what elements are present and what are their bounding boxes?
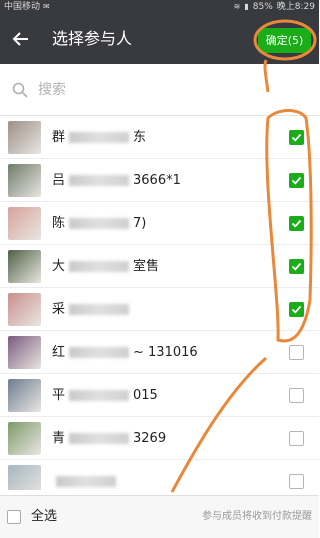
contact-name-text: 青 (52, 431, 66, 446)
contact-avatar (8, 293, 41, 326)
contact-name-text: 陈 (52, 216, 66, 231)
contact-row[interactable]: 采 (0, 288, 319, 331)
confirm-button[interactable]: 确定(5) (258, 28, 311, 53)
contact-row[interactable] (0, 460, 319, 490)
checked-checkbox[interactable] (289, 173, 304, 188)
contact-row[interactable]: 红 ~ 131016 (0, 331, 319, 374)
contact-name (52, 471, 277, 490)
contact-avatar (8, 250, 41, 283)
contact-name: 陈 7) (52, 213, 277, 235)
contact-extra-text: 3666*1 (133, 173, 181, 188)
contact-name: 平 015 (52, 385, 277, 407)
contact-name-text: 群 (52, 130, 66, 145)
contact-name-text: 采 (52, 302, 66, 317)
contact-name-text: 红 (52, 345, 66, 360)
unchecked-checkbox[interactable] (289, 474, 304, 489)
unchecked-checkbox[interactable] (289, 431, 304, 446)
contact-row[interactable]: 陈 7) (0, 202, 319, 245)
contact-avatar (8, 336, 41, 369)
checked-checkbox[interactable] (289, 259, 304, 274)
blurred-text (69, 261, 130, 272)
blurred-text (69, 347, 130, 358)
status-bar: 中国移动 ✉ ≋ ▮ 85% 晚上8:29 (0, 0, 319, 14)
contact-avatar (8, 164, 41, 197)
checked-checkbox[interactable] (289, 216, 304, 231)
time-label: 晚上8:29 (276, 2, 315, 12)
notification-icon: ✉ (43, 2, 50, 11)
contact-extra-text: 室售 (133, 259, 160, 274)
carrier-label: 中国移动 (4, 2, 41, 12)
blurred-text (69, 175, 130, 186)
checked-checkbox[interactable] (289, 130, 304, 145)
contact-row[interactable]: 平 015 (0, 374, 319, 417)
search-icon (12, 82, 28, 98)
contact-name: 吕 3666*1 (52, 170, 277, 192)
blurred-text (69, 132, 130, 143)
check-icon (291, 133, 302, 142)
search-bar (0, 64, 319, 116)
contact-name: 红 ~ 131016 (52, 342, 277, 364)
contact-name: 采 (52, 299, 277, 321)
battery-label: 85% (252, 2, 273, 12)
bottom-bar: 全选 参与成员将收到付款提醒 (0, 495, 319, 538)
contact-name: 青 3269 (52, 428, 277, 450)
check-icon (291, 219, 302, 228)
check-icon (291, 305, 302, 314)
contact-avatar (8, 422, 41, 455)
search-input[interactable] (38, 79, 298, 101)
check-icon (291, 176, 302, 185)
contact-row[interactable]: 大 室售 (0, 245, 319, 288)
contact-extra-text: 东 (133, 130, 147, 145)
blurred-text (69, 218, 130, 229)
contact-row[interactable]: 群东 (0, 116, 319, 159)
wifi-icon: ≋ (233, 2, 241, 11)
contact-extra-text: 7) (133, 216, 147, 231)
contact-name-text: 大 (52, 259, 66, 274)
contact-name-text: 吕 (52, 173, 66, 188)
contact-avatar (8, 121, 41, 154)
contact-name-text: 平 (52, 388, 66, 403)
contact-extra-text: ~ 131016 (133, 345, 198, 360)
check-icon (291, 262, 302, 271)
contact-extra-text: 3269 (133, 431, 167, 446)
contact-avatar (8, 207, 41, 240)
contact-list: 群东吕 3666*1 陈 7) 大室售采红 ~ 131016 平 015 青 3269 (0, 116, 319, 490)
blurred-text (69, 390, 130, 401)
blurred-text (69, 433, 130, 444)
contact-name: 大 室售 (52, 256, 277, 278)
page-title: 选择参与人 (52, 29, 133, 48)
contact-row[interactable]: 青 3269 (0, 417, 319, 460)
contact-avatar (8, 465, 41, 490)
blurred-text (69, 304, 130, 315)
select-all-label[interactable]: 全选 (31, 507, 57, 527)
contact-avatar (8, 379, 41, 412)
unchecked-checkbox[interactable] (289, 345, 304, 360)
blurred-text (56, 476, 116, 487)
reminder-hint: 参与成员将收到付款提醒 (202, 511, 312, 522)
checked-checkbox[interactable] (289, 302, 304, 317)
unchecked-checkbox[interactable] (289, 388, 304, 403)
contact-extra-text: 015 (133, 388, 158, 403)
back-arrow-icon[interactable] (8, 26, 34, 52)
contact-name: 群东 (52, 127, 277, 149)
contact-row[interactable]: 吕 3666*1 (0, 159, 319, 202)
signal-icon: ▮ (244, 2, 249, 11)
select-all-checkbox[interactable] (7, 510, 21, 524)
screen: 中国移动 ✉ ≋ ▮ 85% 晚上8:29 选择参与人 确定(5) 群东吕366… (0, 0, 319, 538)
